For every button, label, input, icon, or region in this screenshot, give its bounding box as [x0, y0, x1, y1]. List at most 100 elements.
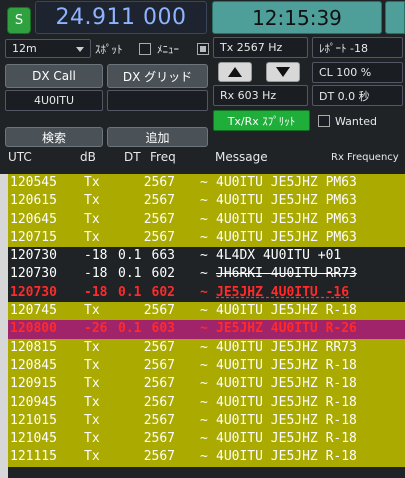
decode-row[interactable]: 120545 Tx 2567 ~4U0ITU JE5JHZ PM63: [0, 174, 405, 193]
row-utc: 120800: [10, 321, 57, 337]
row-message: 4U0ITU JE5JHZ R-18: [216, 394, 357, 410]
row-sep: ~: [200, 266, 208, 282]
row-utc: 120845: [10, 357, 57, 373]
row-db: Tx: [84, 412, 100, 428]
clock-panel-edge: [385, 1, 405, 34]
decode-row[interactable]: 120645 Tx 2567 ~4U0ITU JE5JHZ PM63: [0, 210, 405, 229]
row-db: -26: [84, 321, 108, 337]
wanted-label: Wanted: [335, 114, 377, 128]
menu-label: ﾒﾆｭｰ: [157, 43, 179, 56]
row-utc: 120730: [10, 266, 57, 282]
row-db: -18: [84, 248, 108, 264]
row-db: Tx: [84, 193, 100, 209]
row-utc: 120915: [10, 376, 57, 392]
tx-frequency-spinbox[interactable]: Tx 2567 Hz: [213, 37, 308, 58]
row-freq: 2567: [143, 193, 175, 209]
decode-row[interactable]: 120815 Tx 2567 ~4U0ITU JE5JHZ RR73: [0, 338, 405, 357]
row-db: Tx: [84, 394, 100, 410]
column-db: dB: [80, 150, 96, 164]
row-sep: ~: [200, 376, 208, 392]
dt-spinbox[interactable]: DT 0.0 秒: [312, 85, 403, 106]
row-utc: 120945: [10, 394, 57, 410]
row-utc: 120645: [10, 211, 57, 227]
add-button[interactable]: 追加: [107, 127, 208, 147]
spot-label: ｽﾎﾟｯﾄ: [95, 43, 123, 56]
row-freq: 2567: [143, 412, 175, 428]
decode-row[interactable]: 120845 Tx 2567 ~4U0ITU JE5JHZ R-18: [0, 356, 405, 376]
row-db: Tx: [84, 431, 100, 447]
search-button[interactable]: 検索: [5, 127, 103, 147]
decode-row[interactable]: 120715 Tx 2567 ~4U0ITU JE5JHZ PM63: [0, 228, 405, 248]
row-utc: 120745: [10, 303, 57, 319]
dx-call-button[interactable]: DX Call: [5, 64, 103, 88]
spot-checkbox[interactable]: [139, 43, 151, 55]
decode-row[interactable]: 121045 Tx 2567 ~4U0ITU JE5JHZ R-18: [0, 430, 405, 449]
decode-row[interactable]: 120615 Tx 2567 ~4U0ITU JE5JHZ PM63: [0, 192, 405, 211]
menu-checkbox[interactable]: [197, 43, 209, 55]
decode-row[interactable]: 120915 Tx 2567 ~4U0ITU JE5JHZ R-18: [0, 375, 405, 394]
decode-row[interactable]: 121115 Tx 2567 ~4U0ITU JE5JHZ R-18: [0, 448, 405, 467]
row-message: 4U0ITU JE5JHZ PM63: [216, 211, 357, 227]
row-freq: 2567: [143, 211, 175, 227]
row-message: 4L4DX 4U0ITU +01: [216, 248, 342, 264]
dx-grid-input[interactable]: [107, 90, 208, 111]
tx-rx-split-button[interactable]: Tx/Rx ｽﾌﾟﾘｯﾄ: [213, 110, 310, 131]
decode-row[interactable]: 120945 Tx 2567 ~4U0ITU JE5JHZ R-18: [0, 393, 405, 412]
dx-grid-button[interactable]: DX グリッド: [107, 64, 208, 88]
decode-row[interactable]: 121015 Tx 2567 ~4U0ITU JE5JHZ R-18: [0, 411, 405, 431]
row-freq: 2567: [143, 394, 175, 410]
decode-list-header: UTC dB DT Freq Message Rx Frequency: [0, 150, 405, 166]
row-message: 4U0ITU JE5JHZ R-18: [216, 412, 357, 428]
tx-down-button[interactable]: [266, 62, 300, 82]
status-s-button[interactable]: S: [7, 7, 31, 34]
row-db: Tx: [84, 175, 100, 190]
row-db: -18: [84, 266, 108, 282]
decode-row[interactable]: 120730 -18 0.1 663 ~4L4DX 4U0ITU +01: [0, 247, 405, 266]
row-sep: ~: [200, 394, 208, 410]
band-select[interactable]: 12m: [5, 39, 91, 58]
decode-list[interactable]: 120545 Tx 2567 ~4U0ITU JE5JHZ PM63 120615 Tx 2…: [0, 174, 405, 467]
column-dt: DT: [124, 150, 141, 164]
band-select-value: 12m: [12, 42, 37, 55]
arrow-down-icon: [276, 67, 290, 77]
row-freq: 602: [151, 266, 175, 282]
row-sep: ~: [200, 193, 208, 209]
decode-row[interactable]: 120745 Tx 2567 ~4U0ITU JE5JHZ R-18: [0, 302, 405, 321]
chevron-down-icon: [76, 47, 84, 52]
decode-row[interactable]: 120730 -18 0.1 602 ~ JE5JHZ 4U0ITU -16: [0, 283, 405, 303]
row-db: Tx: [84, 376, 100, 392]
row-freq: 2567: [143, 431, 175, 447]
row-utc: 121045: [10, 431, 57, 447]
row-utc: 120545: [10, 175, 57, 190]
tx-up-button[interactable]: [218, 62, 252, 82]
row-sep: ~: [200, 229, 208, 245]
row-db: Tx: [84, 449, 100, 465]
cl-spinbox[interactable]: CL 100 %: [312, 62, 403, 83]
decode-row[interactable]: 120730 -18 0.1 602 ~ JH6RKI 4U0ITU RR73: [0, 265, 405, 284]
row-message: JH6RKI 4U0ITU RR73: [216, 266, 357, 282]
column-rx-frequency: Rx Frequency: [331, 152, 399, 163]
row-utc: 120615: [10, 193, 57, 209]
row-utc: 121015: [10, 412, 57, 428]
column-message: Message: [215, 150, 268, 164]
row-utc: 121115: [10, 449, 57, 465]
report-spinbox[interactable]: ﾚﾎﾟｰﾄ -18: [312, 37, 403, 58]
row-message: JE5JHZ 4U0ITU R-26: [216, 321, 357, 337]
dx-call-input[interactable]: 4U0ITU: [5, 90, 103, 111]
row-freq: 2567: [143, 303, 175, 319]
arrow-up-icon: [228, 67, 242, 77]
row-sep: ~: [200, 211, 208, 227]
row-freq: 603: [151, 321, 175, 337]
wanted-checkbox[interactable]: [318, 115, 330, 127]
row-sep: ~: [200, 412, 208, 428]
list-left-scrollbar[interactable]: [0, 174, 8, 478]
row-message: JE5JHZ 4U0ITU -16: [216, 284, 350, 300]
row-utc: 120715: [10, 229, 57, 245]
row-message: 4U0ITU JE5JHZ R-18: [216, 449, 357, 465]
rx-frequency-spinbox[interactable]: Rx 603 Hz: [213, 85, 308, 106]
row-freq: 663: [151, 248, 175, 264]
row-message: 4U0ITU JE5JHZ PM63: [216, 193, 357, 209]
row-message: 4U0ITU JE5JHZ R-18: [216, 357, 357, 373]
decode-row[interactable]: 120800 -26 0.1 603 ~ JE5JHZ 4U0ITU R-26: [0, 320, 405, 339]
row-utc: 120815: [10, 339, 57, 355]
